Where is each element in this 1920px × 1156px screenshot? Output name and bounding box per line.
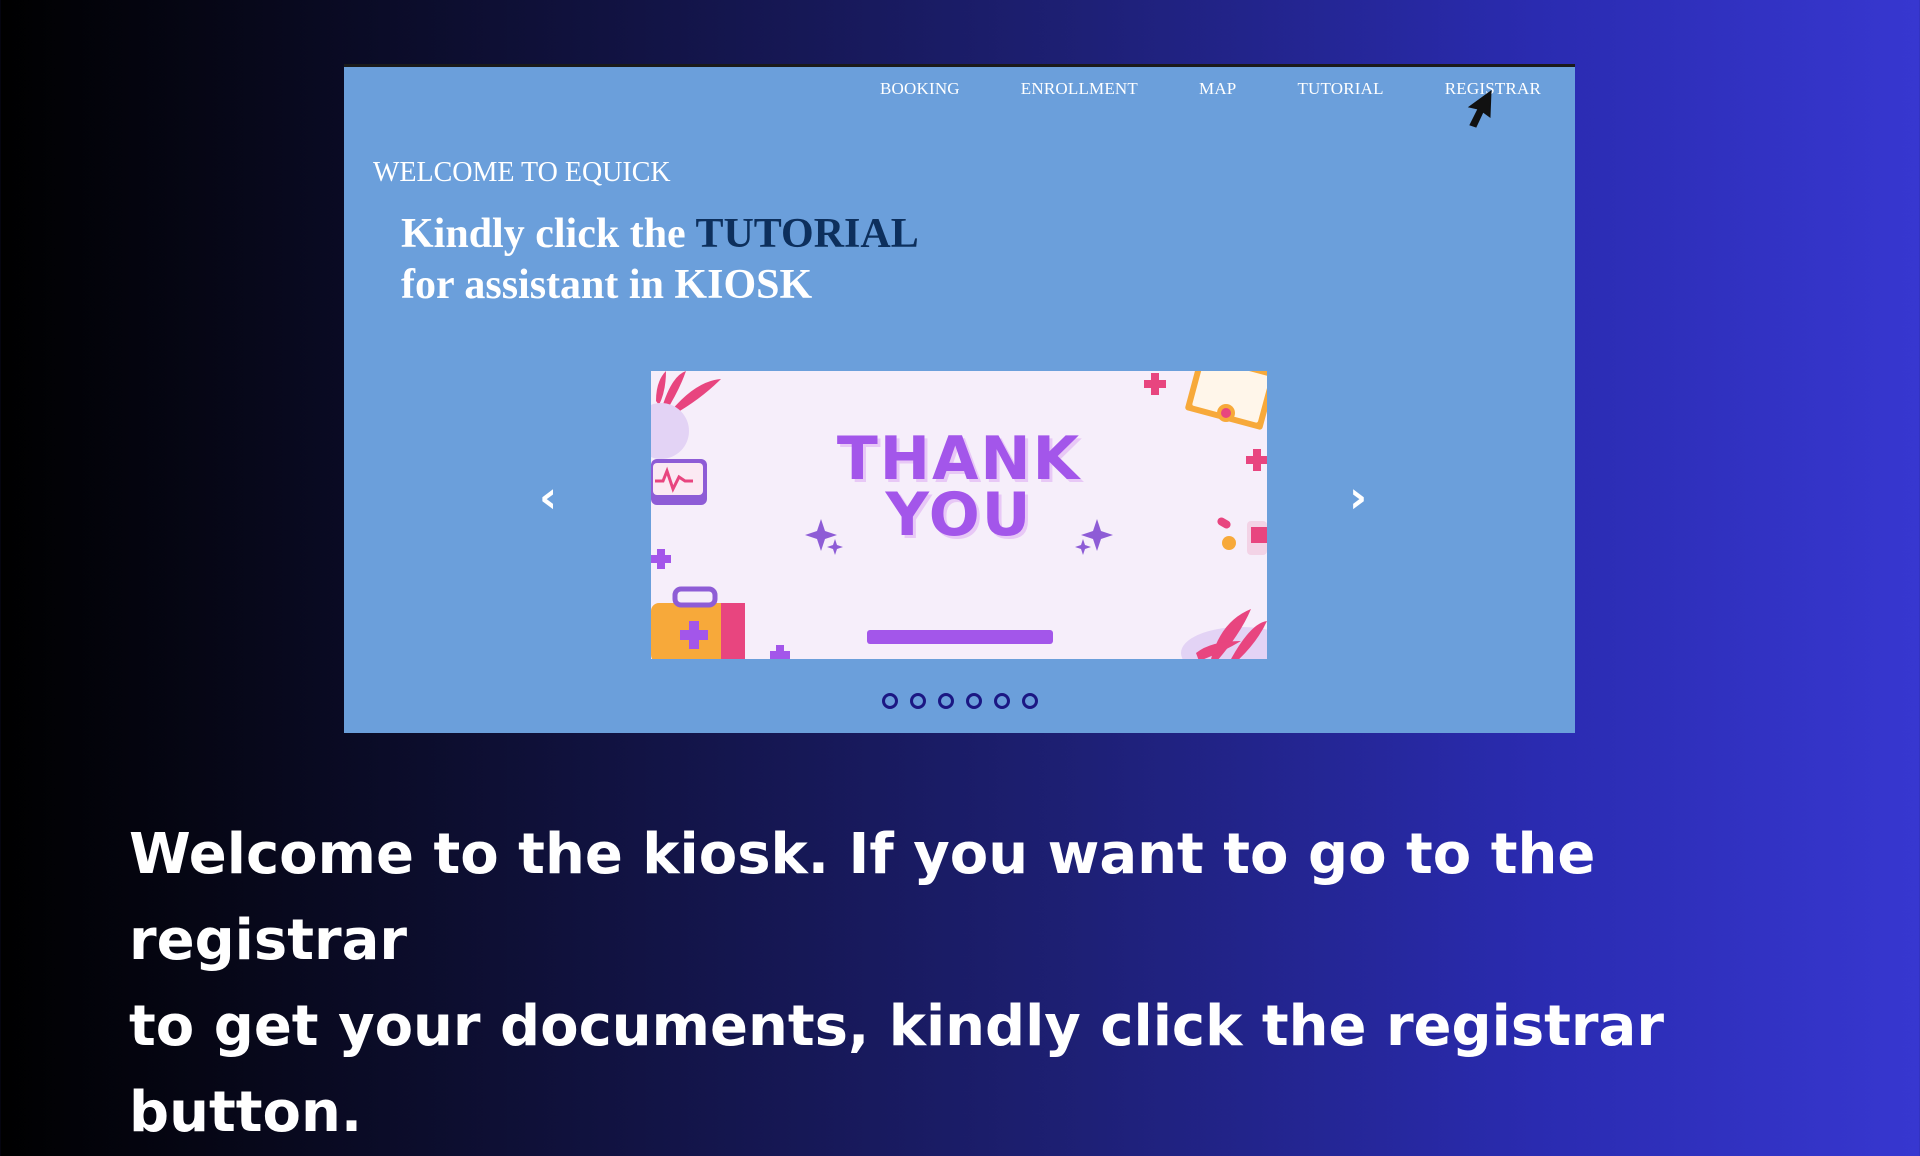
nav-enrollment[interactable]: ENROLLMENT	[1021, 79, 1138, 99]
thank-you-title: THANK YOU	[651, 429, 1267, 545]
carousel-dot[interactable]	[994, 693, 1010, 709]
nav-map[interactable]: MAP	[1199, 79, 1236, 99]
carousel-dot[interactable]	[966, 693, 982, 709]
mouse-cursor-icon	[1467, 89, 1492, 128]
carousel-dot[interactable]	[938, 693, 954, 709]
carousel-pagination	[882, 693, 1038, 709]
caption-text: Welcome to the kiosk. If you want to go …	[129, 812, 1889, 1156]
carousel-dot[interactable]	[910, 693, 926, 709]
headline-text-start: Kindly click the	[401, 211, 696, 257]
carousel-dot[interactable]	[882, 693, 898, 709]
carousel-next-button[interactable]: ›	[1349, 472, 1367, 523]
kiosk-screen: BOOKING ENROLLMENT MAP TUTORIAL REGISTRA…	[344, 64, 1575, 733]
carousel-dot[interactable]	[1022, 693, 1038, 709]
caption-line1: Welcome to the kiosk. If you want to go …	[129, 822, 1596, 973]
headline-tutorial-word: TUTORIAL	[695, 211, 919, 257]
carousel-prev-button[interactable]: ‹	[539, 472, 557, 523]
nav-booking[interactable]: BOOKING	[880, 79, 960, 99]
top-nav: BOOKING ENROLLMENT MAP TUTORIAL REGISTRA…	[819, 79, 1541, 99]
nav-tutorial[interactable]: TUTORIAL	[1297, 79, 1383, 99]
instruction-headline: Kindly click the TUTORIAL for assistant …	[401, 209, 919, 311]
headline-text-line2: for assistant in KIOSK	[401, 262, 813, 308]
carousel-slide: THANK YOU	[651, 371, 1267, 659]
slide-underline	[867, 630, 1053, 644]
caption-line2: to get your documents, kindly click the …	[129, 994, 1664, 1145]
thank-you-line2: YOU	[885, 480, 1033, 550]
welcome-heading: WELCOME TO EQUICK	[373, 157, 671, 188]
